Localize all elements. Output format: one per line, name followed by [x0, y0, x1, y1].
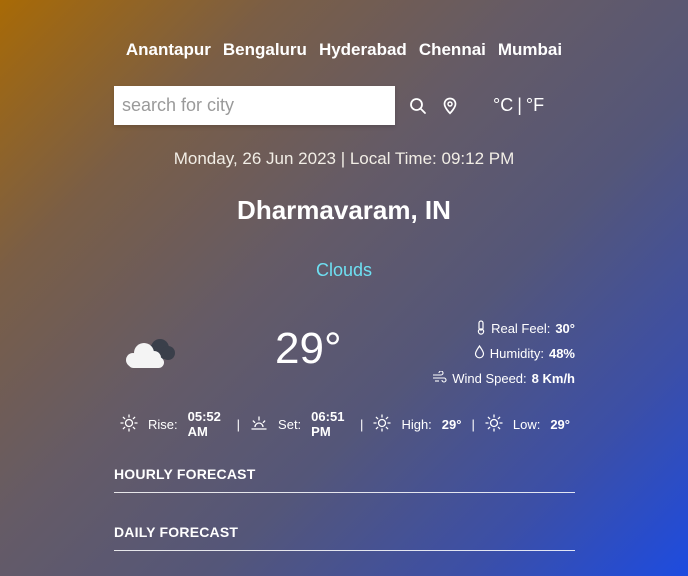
- search-input[interactable]: [114, 86, 395, 125]
- low-label: Low:: [512, 416, 541, 432]
- wind-row: Wind Speed: 8 Km/h: [432, 366, 575, 391]
- unit-toggle: °C | °F: [493, 95, 544, 116]
- wind-icon: [432, 370, 447, 386]
- separator: |: [360, 416, 364, 432]
- humidity-value: 48%: [548, 346, 575, 361]
- city-link[interactable]: Chennai: [419, 40, 486, 60]
- sunset-icon: [250, 414, 268, 435]
- location-pin-icon[interactable]: [437, 93, 463, 119]
- city-link[interactable]: Bengaluru: [223, 40, 307, 60]
- real-feel-row: Real Feel: 30°: [432, 316, 575, 341]
- sun-icon: [485, 413, 503, 435]
- celsius-button[interactable]: °C: [493, 95, 513, 116]
- weather-details: Real Feel: 30° Humidity: 48% Wind Speed:…: [432, 316, 575, 391]
- search-icon[interactable]: [405, 93, 431, 119]
- search-bar: °C | °F: [114, 86, 576, 125]
- unit-separator: |: [517, 95, 522, 115]
- high-label: High:: [401, 416, 432, 432]
- low-value: 29°: [550, 416, 570, 432]
- sunrise-label: Rise:: [148, 416, 178, 432]
- sun-temperature-row: Rise: 05:52 AM | Set: 06:51 PM | High: 2…: [120, 409, 570, 439]
- droplet-icon: [474, 344, 485, 362]
- sunset-label: Set:: [278, 416, 302, 432]
- sun-icon: [120, 413, 138, 435]
- sunrise-value: 05:52 AM: [187, 409, 221, 439]
- fahrenheit-button[interactable]: °F: [526, 95, 544, 116]
- weather-condition: Clouds: [315, 260, 373, 280]
- daily-forecast-heading: DAILY FORECAST: [114, 524, 575, 551]
- real-feel-value: 30°: [555, 321, 575, 336]
- wind-label: Wind Speed:: [452, 371, 527, 386]
- local-datetime: Monday, 26 Jun 2023 | Local Time: 09:12 …: [173, 149, 515, 168]
- hourly-forecast-heading: HOURLY FORECAST: [114, 466, 575, 493]
- real-feel-label: Real Feel:: [491, 321, 551, 336]
- sun-icon: [373, 413, 392, 435]
- city-link[interactable]: Hyderabad: [319, 40, 407, 60]
- cloud-icon: [122, 333, 180, 378]
- city-quick-links: Anantapur Bengaluru Hyderabad Chennai Mu…: [0, 40, 688, 60]
- wind-value: 8 Km/h: [531, 371, 575, 386]
- city-link[interactable]: Mumbai: [498, 40, 562, 60]
- separator: |: [236, 416, 241, 432]
- city-link[interactable]: Anantapur: [126, 40, 211, 60]
- high-value: 29°: [441, 416, 462, 432]
- humidity-row: Humidity: 48%: [432, 341, 575, 366]
- thermometer-icon: [476, 319, 486, 338]
- sunset-value: 06:51 PM: [311, 409, 345, 439]
- current-temperature: 29°: [275, 324, 342, 373]
- separator: |: [471, 416, 475, 432]
- humidity-label: Humidity:: [489, 346, 544, 361]
- location-title: Dharmavaram, IN: [237, 195, 451, 225]
